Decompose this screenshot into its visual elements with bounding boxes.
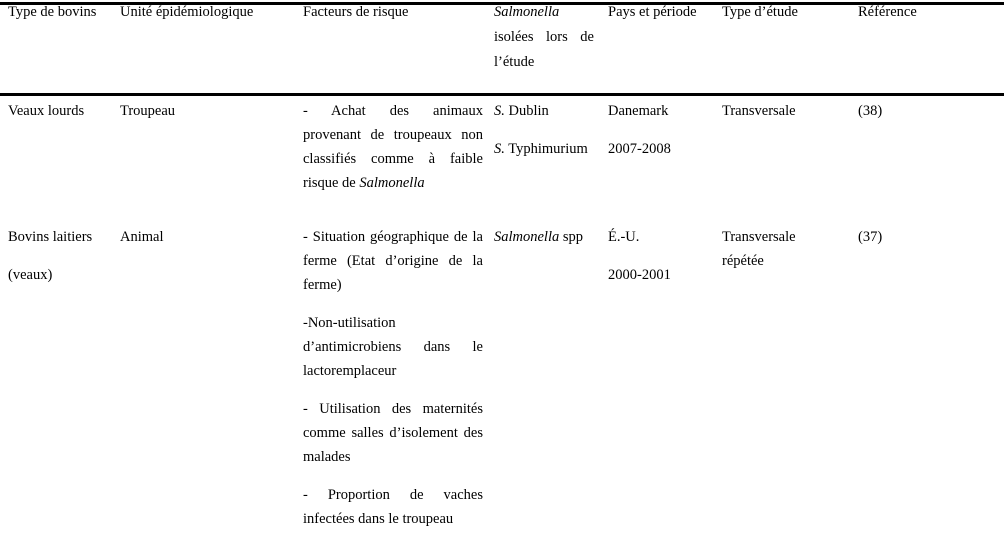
cell-text: Troupeau: [120, 103, 176, 119]
cell-reference: (38): [858, 88, 1004, 195]
cell-salmonella-isolees: Salmonella spp: [494, 215, 608, 531]
risk-factors-table: Type de bovins Unité épidémiologique Fac…: [0, 0, 1004, 531]
period-text: 2007-2008: [608, 141, 671, 157]
column-header-line-2: isolées lors de: [494, 29, 594, 45]
study-type-text: Transversale: [722, 229, 796, 245]
cell-type-d-etude: Transversale répétée: [722, 215, 858, 531]
cell-unite-epidemiologique: Animal: [120, 215, 303, 531]
cell-text: Animal: [120, 229, 164, 245]
document-page: Type de bovins Unité épidémiologique Fac…: [0, 0, 1004, 547]
cell-pays-et-periode: É.-U. 2000-2001: [608, 215, 722, 531]
country-text: É.-U.: [608, 229, 640, 245]
column-header-label: Unité épidémiologique: [120, 4, 254, 20]
row-spacer-cell: [0, 195, 1004, 215]
salmonella-genus: S.: [494, 141, 505, 157]
cell-text: Veaux lourds: [8, 103, 85, 119]
column-header-unite-epidemiologique: Unité épidémiologique: [120, 0, 303, 88]
table-row: Bovins laitiers (veaux) Animal - Situati…: [0, 215, 1004, 531]
risk-factor-list: - Achat des animaux provenant de troupea…: [303, 99, 483, 195]
column-header-salmonella-isolees: Salmonella isolées lors de l’étude: [494, 0, 608, 88]
country-text: Danemark: [608, 103, 669, 119]
table-body: Veaux lourds Troupeau - Achat des animau…: [0, 88, 1004, 531]
table-header: Type de bovins Unité épidémiologique Fac…: [0, 0, 1004, 88]
cell-reference: (37): [858, 215, 1004, 531]
salmonella-entry: S. Typhimurium: [494, 137, 608, 161]
column-header-label: Type d’étude: [722, 4, 798, 20]
study-type-text: Transversale: [722, 103, 796, 119]
reference-text: (38): [858, 103, 883, 119]
column-header-line-1: Salmonella: [494, 0, 608, 25]
column-header-label: Référence: [858, 4, 917, 20]
risk-factor-list: - Situation géographique de la ferme (Et…: [303, 225, 483, 531]
reference-text: (37): [858, 229, 883, 245]
row-spacer: [0, 195, 1004, 215]
risk-factor-item: - Situation géographique de la ferme (Et…: [303, 229, 483, 293]
salmonella-species: spp: [562, 229, 584, 245]
salmonella-genus-label: Salmonella: [494, 4, 560, 20]
period-text: 2000-2001: [608, 267, 671, 283]
cell-facteurs-de-risque: - Achat des animaux provenant de troupea…: [303, 88, 494, 195]
column-header-pays-et-periode: Pays et période: [608, 0, 722, 88]
table-row: Veaux lourds Troupeau - Achat des animau…: [0, 88, 1004, 195]
cell-pays-et-periode: Danemark 2007-2008: [608, 88, 722, 195]
column-header-reference: Référence: [858, 0, 1004, 88]
column-header-type-d-etude: Type d’étude: [722, 0, 858, 88]
column-header-facteurs-de-risque: Facteurs de risque: [303, 0, 494, 88]
risk-factor-item: - Proportion de vaches infectées dans le…: [303, 487, 483, 527]
cell-unite-epidemiologique: Troupeau: [120, 88, 303, 195]
column-header-type-de-bovins: Type de bovins: [0, 0, 120, 88]
column-header-label: Type de bovins: [8, 4, 97, 20]
cell-type-de-bovins: Veaux lourds: [0, 88, 120, 195]
salmonella-genus: S.: [494, 103, 505, 119]
cell-text-line-2: (veaux): [8, 267, 53, 283]
salmonella-entry: S. Dublin: [494, 99, 608, 123]
cell-type-d-etude: Transversale: [722, 88, 858, 195]
risk-factor-item: - Achat des animaux provenant de troupea…: [303, 99, 483, 195]
risk-factor-item: -Non-utilisation d’antimicrobiens dans l…: [303, 315, 483, 379]
cell-type-de-bovins: Bovins laitiers (veaux): [0, 215, 120, 531]
cell-text: Bovins laitiers: [8, 229, 93, 245]
column-header-line-3: l’étude: [494, 54, 535, 70]
cell-facteurs-de-risque: - Situation géographique de la ferme (Et…: [303, 215, 494, 531]
cell-salmonella-isolees: S. Dublin S. Typhimurium: [494, 88, 608, 195]
study-type-text-line-2: répétée: [722, 253, 764, 269]
salmonella-entry: Salmonella spp: [494, 225, 608, 249]
salmonella-genus: Salmonella: [494, 229, 560, 245]
risk-factor-italic-tail: Salmonella: [359, 175, 425, 191]
salmonella-species: Dublin: [508, 103, 549, 119]
table-header-row: Type de bovins Unité épidémiologique Fac…: [0, 0, 1004, 88]
salmonella-species: Typhimurium: [508, 141, 588, 157]
column-header-label: Facteurs de risque: [303, 4, 409, 20]
risk-factor-item: - Utilisation des maternités comme salle…: [303, 401, 483, 465]
column-header-label: Pays et période: [608, 4, 697, 20]
